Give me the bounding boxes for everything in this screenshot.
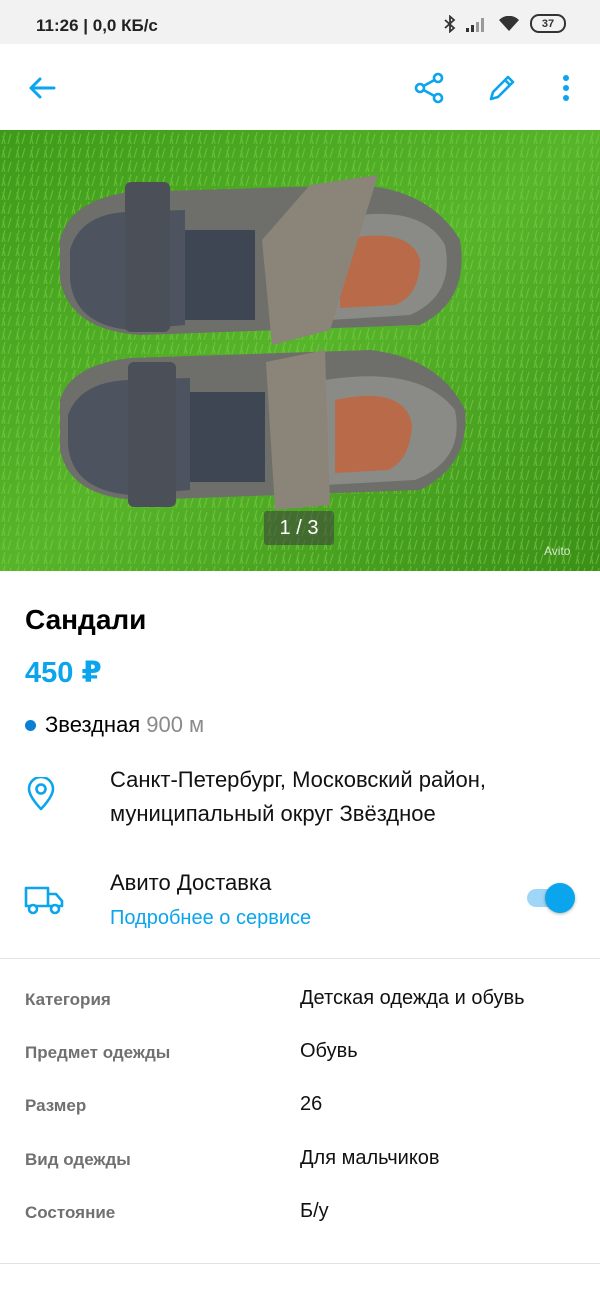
- status-bar: 11:26 | 0,0 КБ/с 37: [0, 0, 600, 44]
- more-options-button[interactable]: [546, 68, 586, 108]
- listing-price: 450 ₽: [25, 657, 102, 689]
- listing-title: Сандали: [25, 604, 147, 635]
- section-divider: [0, 958, 600, 959]
- metro-station: Звездная 900 м: [25, 712, 204, 738]
- sandal-bottom: [60, 350, 466, 510]
- share-icon: [414, 72, 444, 104]
- wifi-icon: [499, 15, 519, 31]
- param-label: Предмет одежды: [25, 1043, 171, 1062]
- param-value: Б/у: [300, 1200, 329, 1222]
- share-button[interactable]: [409, 68, 449, 108]
- location-pin-icon: [27, 777, 55, 811]
- param-label: Состояние: [25, 1203, 116, 1222]
- delivery-title: Авито Доставка: [110, 870, 272, 895]
- toggle-knob: [545, 883, 575, 913]
- bluetooth-icon: [444, 14, 456, 33]
- more-vert-icon: [563, 75, 569, 101]
- listing-address: Санкт-Петербург, Московский район, муниц…: [110, 767, 487, 826]
- toolbar: [0, 44, 600, 130]
- param-label: Размер: [25, 1096, 87, 1115]
- back-button[interactable]: [22, 68, 62, 108]
- avito-watermark: Avito: [544, 544, 571, 558]
- param-row-clothing-item: Предмет одежды Обувь: [0, 1035, 600, 1075]
- edit-icon: [489, 75, 515, 101]
- param-value: Детская одежда и обувь: [300, 987, 525, 1009]
- back-arrow-icon: [29, 77, 56, 99]
- battery-indicator: 37: [530, 14, 566, 33]
- metro-dot-icon: [25, 719, 36, 731]
- param-row-category: Категория Детская одежда и обувь: [0, 982, 600, 1022]
- param-row-condition: Состояние Б/у: [0, 1195, 600, 1235]
- metro-station-name: Звездная: [45, 712, 141, 737]
- edit-button[interactable]: [482, 68, 522, 108]
- param-row-clothing-type: Вид одежды Для мальчиков: [0, 1142, 600, 1182]
- product-photo: [0, 130, 600, 571]
- metro-distance: 900 м: [146, 712, 205, 737]
- bottom-divider: [0, 1263, 600, 1264]
- signal-icon: [466, 17, 484, 32]
- param-value: Обувь: [300, 1040, 358, 1062]
- delivery-info-link[interactable]: Подробнее о сервисе: [110, 907, 311, 930]
- photo-counter: 1 / 3: [264, 511, 334, 545]
- param-value: Для мальчиков: [300, 1147, 440, 1169]
- sandal-top: [60, 175, 462, 345]
- truck-icon: [24, 886, 64, 915]
- param-label: Категория: [25, 990, 111, 1009]
- status-time: 11:26 | 0,0 КБ/с: [36, 16, 158, 35]
- delivery-toggle[interactable]: [527, 883, 577, 913]
- param-value: 26: [300, 1093, 323, 1115]
- param-label: Вид одежды: [25, 1150, 131, 1169]
- listing-photo[interactable]: [0, 130, 600, 571]
- param-row-size: Размер 26: [0, 1088, 600, 1128]
